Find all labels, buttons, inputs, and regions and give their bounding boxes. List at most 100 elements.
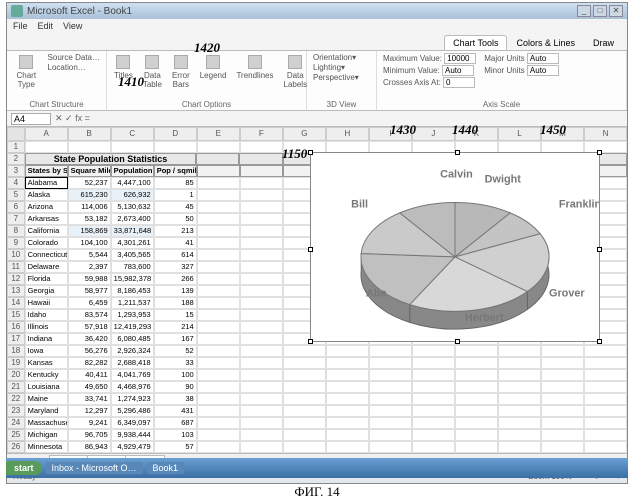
cell[interactable]	[412, 393, 455, 405]
cell[interactable]	[197, 429, 240, 441]
cell[interactable]	[455, 393, 498, 405]
menu-view[interactable]: View	[63, 21, 82, 31]
col-D[interactable]: D	[154, 127, 197, 141]
cell[interactable]	[240, 345, 283, 357]
col-J[interactable]: J	[412, 127, 455, 141]
cell[interactable]	[541, 393, 584, 405]
cell[interactable]: 6,349,097	[111, 417, 154, 429]
cell[interactable]: Maryland	[25, 405, 68, 417]
cell[interactable]: Kentucky	[25, 369, 68, 381]
col-C[interactable]: C	[111, 127, 154, 141]
cell[interactable]: 12,297	[68, 405, 111, 417]
cell[interactable]	[197, 441, 240, 453]
cell[interactable]	[412, 369, 455, 381]
minor-units-input[interactable]	[527, 65, 559, 76]
col-H[interactable]: H	[326, 127, 369, 141]
col-E[interactable]: E	[197, 127, 240, 141]
cell[interactable]	[240, 177, 283, 189]
minimize-button[interactable]: _	[577, 5, 591, 17]
row-5[interactable]: 5	[7, 189, 25, 201]
cell[interactable]	[498, 381, 541, 393]
cell[interactable]: 158,869	[68, 225, 111, 237]
row-20[interactable]: 20	[7, 369, 25, 381]
cell[interactable]: 615,230	[68, 189, 111, 201]
row-24[interactable]: 24	[7, 417, 25, 429]
row-7[interactable]: 7	[7, 213, 25, 225]
cell[interactable]: 52,237	[68, 177, 111, 189]
cell[interactable]: 5,296,486	[111, 405, 154, 417]
cell[interactable]	[326, 357, 369, 369]
row-11[interactable]: 11	[7, 261, 25, 273]
cell[interactable]: 5,130,632	[111, 201, 154, 213]
cell[interactable]: Kansas	[25, 357, 68, 369]
cell[interactable]: Alabama	[25, 177, 68, 189]
cell[interactable]: 1	[154, 189, 197, 201]
cell[interactable]	[584, 417, 627, 429]
cell[interactable]	[498, 393, 541, 405]
cell[interactable]: Connecticut	[25, 249, 68, 261]
cell[interactable]	[584, 345, 627, 357]
cell[interactable]	[498, 357, 541, 369]
cell[interactable]: Florida	[25, 273, 68, 285]
cell[interactable]: Louisiana	[25, 381, 68, 393]
cell[interactable]: 33	[154, 357, 197, 369]
cell[interactable]: 431	[154, 405, 197, 417]
cell[interactable]: 614	[154, 249, 197, 261]
cell[interactable]: 4,041,769	[111, 369, 154, 381]
cell[interactable]: 103	[154, 429, 197, 441]
tab-draw[interactable]: Draw	[584, 35, 623, 50]
cell[interactable]	[584, 369, 627, 381]
cell[interactable]	[584, 441, 627, 453]
cell[interactable]: 8,186,453	[111, 285, 154, 297]
cell[interactable]	[455, 381, 498, 393]
cell[interactable]	[240, 333, 283, 345]
cell[interactable]: 2,673,400	[111, 213, 154, 225]
cell[interactable]	[326, 429, 369, 441]
cell[interactable]	[111, 141, 154, 153]
cell[interactable]	[197, 285, 240, 297]
cell[interactable]: 104,100	[68, 237, 111, 249]
cell[interactable]: 1,293,953	[111, 309, 154, 321]
cell[interactable]	[283, 345, 326, 357]
cell[interactable]	[498, 369, 541, 381]
cell[interactable]: 4,468,976	[111, 381, 154, 393]
cell[interactable]	[240, 261, 283, 273]
row-2[interactable]: 2	[7, 153, 25, 165]
cell[interactable]	[197, 357, 240, 369]
cell[interactable]: Iowa	[25, 345, 68, 357]
cell[interactable]: Illinois	[25, 321, 68, 333]
cell[interactable]	[326, 393, 369, 405]
row-15[interactable]: 15	[7, 309, 25, 321]
row-18[interactable]: 18	[7, 345, 25, 357]
cell[interactable]: 50	[154, 213, 197, 225]
cell[interactable]: 213	[154, 225, 197, 237]
cell[interactable]	[197, 393, 240, 405]
cell[interactable]	[369, 429, 412, 441]
cell[interactable]	[369, 345, 412, 357]
cell[interactable]	[455, 357, 498, 369]
row-1[interactable]: 1	[7, 141, 25, 153]
row-13[interactable]: 13	[7, 285, 25, 297]
pie-chart[interactable]: CalvinDwightFranklinGroverHerbertAbeBill	[310, 152, 600, 342]
col-N[interactable]: N	[584, 127, 627, 141]
row-3[interactable]: 3	[7, 165, 25, 177]
col-L[interactable]: L	[498, 127, 541, 141]
menu-file[interactable]: File	[13, 21, 28, 31]
location-item[interactable]: Location…	[46, 63, 102, 72]
cell[interactable]: 6,080,485	[111, 333, 154, 345]
row-14[interactable]: 14	[7, 297, 25, 309]
cell[interactable]: 59,988	[68, 273, 111, 285]
cell[interactable]: Population	[111, 165, 154, 177]
cell[interactable]	[412, 381, 455, 393]
cell[interactable]: 9,938,444	[111, 429, 154, 441]
cell[interactable]	[541, 417, 584, 429]
cell[interactable]: 4,447,100	[111, 177, 154, 189]
row-26[interactable]: 26	[7, 441, 25, 453]
cell[interactable]: 33,871,648	[111, 225, 154, 237]
cell[interactable]: 90	[154, 381, 197, 393]
cell[interactable]: 188	[154, 297, 197, 309]
cell[interactable]	[584, 357, 627, 369]
cell[interactable]	[498, 405, 541, 417]
cell[interactable]	[455, 417, 498, 429]
cell[interactable]	[584, 381, 627, 393]
